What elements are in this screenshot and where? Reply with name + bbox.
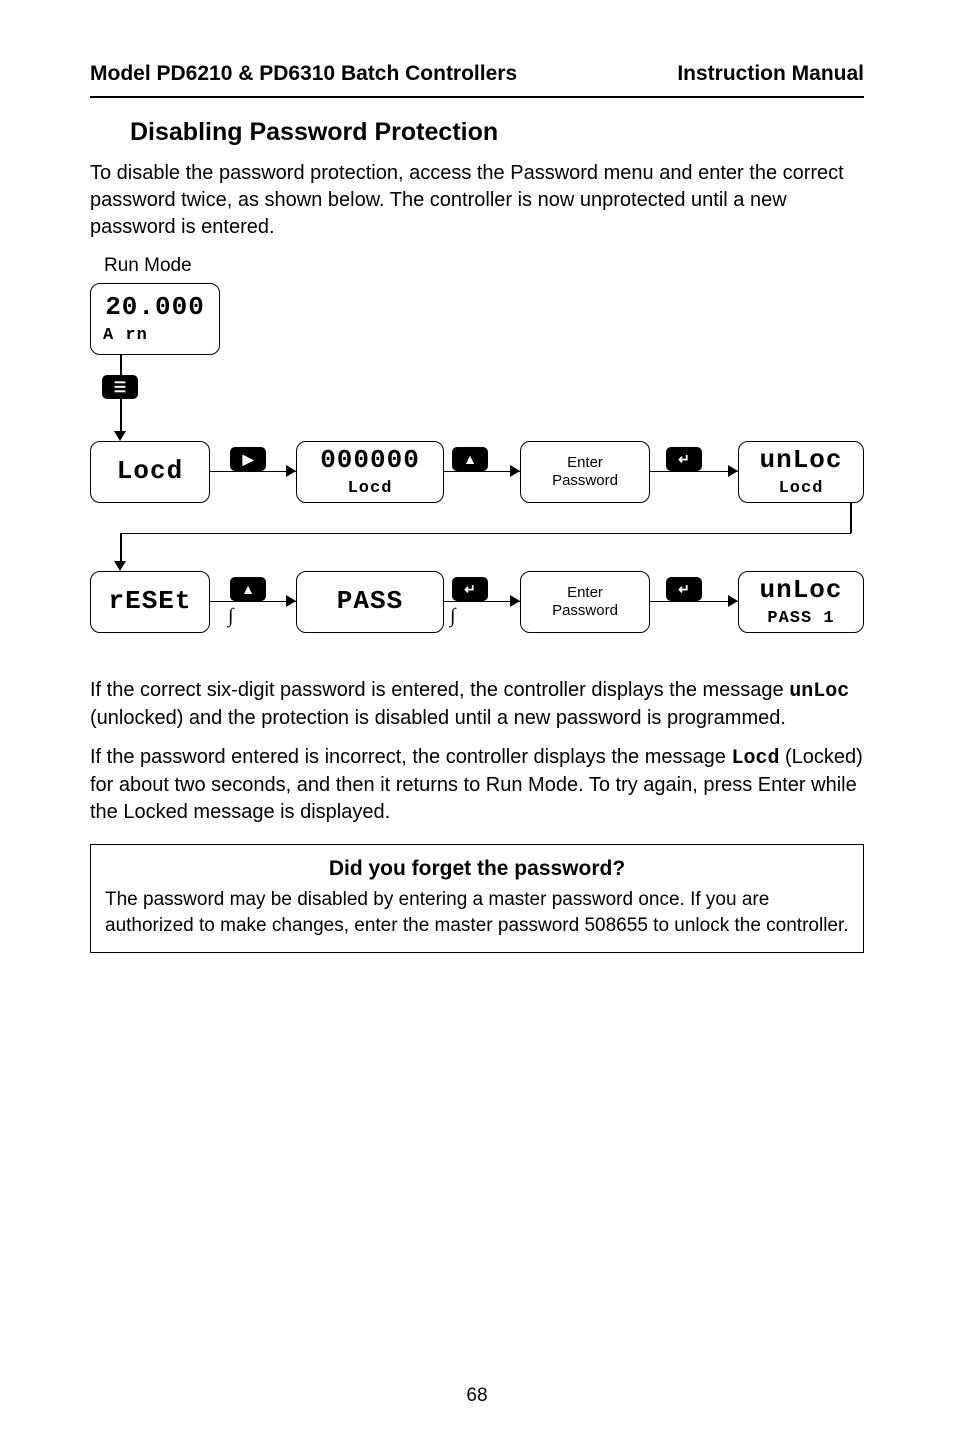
pass-text: PASS	[337, 584, 403, 619]
unloc1-top: unLoc	[759, 443, 842, 478]
para-locked: If the password entered is incorrect, th…	[90, 744, 864, 826]
menu-glyph: ☰	[114, 380, 127, 394]
right-button-icon: ▶	[230, 447, 266, 471]
arrow-segment	[650, 601, 738, 603]
enter-button-icon: ↵	[452, 577, 488, 601]
locd-text: Locd	[117, 454, 183, 489]
menu-button-icon: ☰	[102, 375, 138, 399]
enter2-bottom: Password	[552, 602, 618, 619]
break-glyph: ∫	[228, 603, 233, 630]
right-glyph: ▶	[243, 452, 254, 466]
page-header: Model PD6210 & PD6310 Batch Controllers …	[90, 60, 864, 88]
node-unloc-2: unLoc PASS 1	[738, 571, 864, 633]
arrow-segment	[120, 533, 122, 563]
para2-code: unLoc	[789, 680, 849, 703]
enter-bottom: Password	[552, 472, 618, 489]
up-button-icon: ▲	[452, 447, 488, 471]
note-box: Did you forget the password? The passwor…	[90, 844, 864, 954]
up-button-icon: ▲	[230, 577, 266, 601]
arrow-segment	[444, 471, 520, 473]
node-locd: Locd	[90, 441, 210, 503]
enter-button-icon: ↵	[666, 577, 702, 601]
header-left: Model PD6210 & PD6310 Batch Controllers	[90, 60, 517, 88]
node-unloc-1: unLoc Locd	[738, 441, 864, 503]
arrow-segment	[120, 355, 122, 377]
arrow-segment	[210, 471, 296, 473]
node-zeros: 000000 Locd	[296, 441, 444, 503]
up-glyph: ▲	[463, 452, 477, 466]
enter-glyph-2: ↵	[464, 582, 476, 596]
para3-code: Locd	[731, 747, 779, 770]
header-rule	[90, 96, 864, 98]
arrow-segment	[120, 399, 122, 433]
zeros-bottom: Locd	[348, 478, 393, 501]
zeros-top: 000000	[320, 443, 420, 478]
arrowhead-right-icon	[286, 595, 296, 607]
unloc2-bottom: PASS 1	[767, 608, 834, 631]
node-reset: rESEt	[90, 571, 210, 633]
arrow-segment	[850, 503, 852, 533]
arrow-segment	[650, 471, 738, 473]
arrowhead-right-icon	[510, 465, 520, 477]
run-display-top: 20.000	[105, 290, 205, 325]
para-unlocked: If the correct six-digit password is ent…	[90, 677, 864, 732]
enter-glyph-3: ↵	[678, 582, 690, 596]
node-enter-pw-2: Enter Password	[520, 571, 650, 633]
unloc1-bottom: Locd	[779, 478, 824, 501]
note-title: Did you forget the password?	[105, 855, 849, 883]
up-glyph-2: ▲	[241, 582, 255, 596]
page-number: 68	[90, 1383, 864, 1409]
section-title: Disabling Password Protection	[130, 116, 864, 150]
arrowhead-down-icon	[114, 561, 126, 571]
arrow-segment	[210, 601, 296, 603]
flow-diagram: 20.000 A rn ☰ Locd 000000 Locd Enter Pas…	[90, 283, 864, 653]
para2b: (unlocked) and the protection is disable…	[90, 707, 786, 729]
node-enter-pw-1: Enter Password	[520, 441, 650, 503]
header-right: Instruction Manual	[677, 60, 864, 88]
break-glyph: ∫	[450, 603, 455, 630]
arrowhead-down-icon	[114, 431, 126, 441]
reset-text: rESEt	[108, 584, 191, 619]
arrowhead-right-icon	[286, 465, 296, 477]
arrow-segment	[120, 533, 851, 535]
note-body: The password may be disabled by entering…	[105, 887, 849, 938]
intro-para: To disable the password protection, acce…	[90, 160, 864, 241]
arrowhead-right-icon	[728, 595, 738, 607]
para2a: If the correct six-digit password is ent…	[90, 679, 789, 701]
enter-button-icon: ↵	[666, 447, 702, 471]
para3a: If the password entered is incorrect, th…	[90, 746, 731, 768]
enter-glyph: ↵	[678, 452, 690, 466]
arrowhead-right-icon	[728, 465, 738, 477]
enter-top: Enter	[567, 454, 603, 471]
node-pass: PASS	[296, 571, 444, 633]
arrowhead-right-icon	[510, 595, 520, 607]
runmode-label: Run Mode	[104, 253, 864, 279]
node-run-display: 20.000 A rn	[90, 283, 220, 355]
unloc2-top: unLoc	[759, 573, 842, 608]
enter2-top: Enter	[567, 584, 603, 601]
run-display-bottom: A rn	[103, 325, 148, 348]
